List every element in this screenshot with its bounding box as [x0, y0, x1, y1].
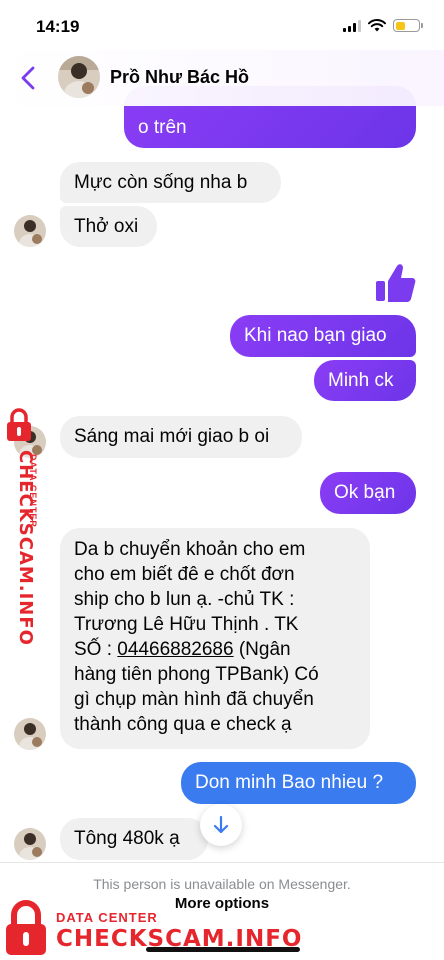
lock-icon	[7, 408, 31, 441]
sender-avatar[interactable]	[14, 215, 46, 247]
message-text: Thở oxi	[74, 216, 139, 237]
watermark-subtext: DATA CENTER	[56, 910, 158, 925]
chevron-left-icon	[21, 66, 35, 90]
contact-avatar[interactable]	[58, 56, 100, 98]
lock-icon	[6, 900, 46, 955]
watermark-subtext: DATA CENTER	[28, 454, 38, 528]
wifi-icon	[368, 19, 386, 32]
message-text: Ok bạn	[334, 482, 396, 503]
message-text: o trên	[138, 117, 187, 138]
arrow-down-icon	[213, 816, 229, 834]
watermark-bottom: DATA CENTER CHECKSCAM.INFO	[4, 900, 304, 958]
account-number-link[interactable]: 04466882686	[117, 639, 233, 660]
message-text: Sáng mai mới giao b oi	[74, 426, 270, 447]
message-text: Khi nao bạn giao	[244, 325, 387, 346]
status-time: 14:19	[36, 17, 80, 36]
sender-avatar[interactable]	[14, 828, 46, 860]
message-text: Mực còn sống nha b	[74, 172, 248, 193]
scroll-to-bottom-button[interactable]	[200, 804, 242, 846]
sender-avatar[interactable]	[14, 718, 46, 750]
message-text: Minh ck	[328, 370, 394, 391]
status-bar: 14:19	[0, 0, 444, 50]
contact-name[interactable]: Prồ Như Bác Hồ	[110, 67, 249, 88]
cellular-signal-icon	[343, 19, 361, 32]
message-text: Da b chuyển khoản cho em cho em biết đê …	[74, 539, 319, 735]
unavailable-notice: This person is unavailable on Messenger.	[93, 876, 351, 892]
thumbs-up-icon[interactable]	[372, 260, 418, 306]
message-bubble-incoming[interactable]: Da b chuyển khoản cho em cho em biết đê …	[60, 528, 370, 749]
chat-header: Prồ Như Bác Hồ	[0, 50, 444, 106]
message-bubble-outgoing[interactable]: Khi nao bạn giao	[230, 315, 416, 357]
back-button[interactable]	[14, 62, 42, 94]
message-text: Tông 480k ạ	[74, 828, 180, 849]
message-bubble-incoming[interactable]: Mực còn sống nha b	[60, 162, 281, 203]
watermark-side: CHECKSCAM.INFO DATA CENTER	[2, 408, 42, 646]
message-bubble-incoming[interactable]: Sáng mai mới giao b oi	[60, 416, 302, 458]
message-bubble-outgoing[interactable]: Minh ck	[314, 360, 416, 401]
message-bubble-incoming[interactable]: Tông 480k ạ	[60, 818, 208, 860]
message-text: Don minh Bao nhieu ?	[195, 772, 384, 793]
message-bubble-outgoing[interactable]: Don minh Bao nhieu ?	[181, 762, 416, 804]
watermark-text: CHECKSCAM.INFO	[56, 926, 303, 952]
battery-icon	[393, 19, 423, 32]
status-icons	[343, 19, 423, 32]
message-bubble-outgoing[interactable]: Ok bạn	[320, 472, 416, 514]
message-bubble-incoming[interactable]: Thở oxi	[60, 206, 157, 247]
